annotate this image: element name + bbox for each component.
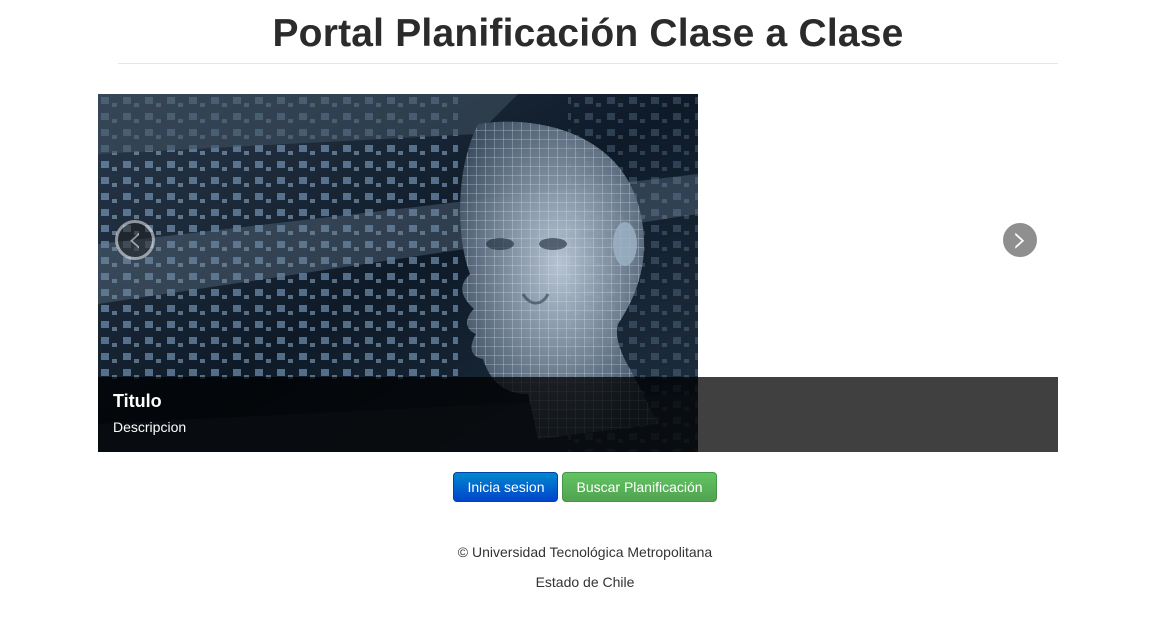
footer-line2: Estado de Chile xyxy=(535,574,635,590)
footer-copyright: © Universidad Tecnológica Metropolitana xyxy=(457,544,713,560)
chevron-left-icon: ‹ xyxy=(127,217,143,261)
login-button[interactable]: Inicia sesion xyxy=(453,472,559,502)
image-carousel: Titulo Descripcion ‹ › xyxy=(98,94,1058,452)
chevron-right-icon: › xyxy=(1012,217,1028,261)
caption-title: Titulo xyxy=(113,391,162,411)
page-title: Portal Planificación Clase a Clase xyxy=(272,12,904,55)
footer: © Universidad Tecnológica Metropolitana … xyxy=(0,542,1170,592)
page: Portal Planificación Clase a Clase Titul… xyxy=(0,0,1170,618)
caption-description: Descripcion xyxy=(113,419,187,435)
carousel-prev-button[interactable]: ‹ xyxy=(115,220,155,260)
search-planning-button[interactable]: Buscar Planificación xyxy=(562,472,717,502)
carousel-caption: Titulo Descripcion xyxy=(98,377,1058,452)
page-header: Portal Planificación Clase a Clase xyxy=(118,0,1058,64)
action-buttons: Inicia sesion Buscar Planificación xyxy=(0,472,1170,502)
carousel-next-button[interactable]: › xyxy=(1000,220,1040,260)
